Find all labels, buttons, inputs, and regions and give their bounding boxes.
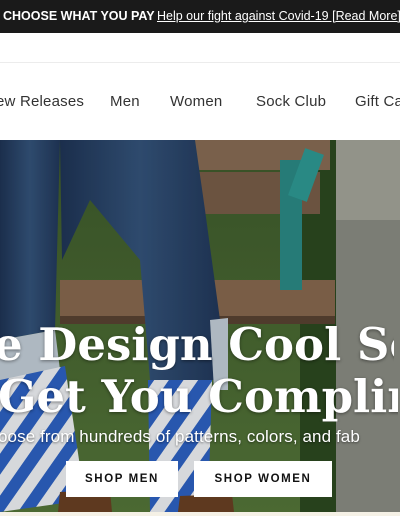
- page-divider: [0, 512, 400, 516]
- nav-item-new-releases[interactable]: ew Releases: [0, 93, 84, 110]
- covid-read-more-link[interactable]: Help our fight against Covid-19 [Read Mo…: [157, 0, 400, 33]
- promo-headline: CHOOSE WHAT YOU PAY: [3, 9, 155, 23]
- main-navigation: ew Releases Men Women Sock Club Gift Ca: [0, 62, 400, 141]
- shop-women-button[interactable]: SHOP WOMEN: [194, 461, 332, 497]
- nav-item-women[interactable]: Women: [170, 93, 222, 110]
- nav-item-gift-cards[interactable]: Gift Ca: [355, 93, 400, 110]
- hero-title-line-1: e Design Cool Soc: [0, 320, 394, 370]
- nav-item-men[interactable]: Men: [110, 93, 140, 110]
- hero-subtitle: oose from hundreds of patterns, colors, …: [0, 427, 360, 446]
- promo-bar: CHOOSE WHAT YOU PAY Help our fight again…: [0, 0, 400, 33]
- hero-title-line-2: Get You Complin: [0, 372, 398, 422]
- nav-item-sock-club[interactable]: Sock Club: [256, 93, 326, 110]
- shop-men-button[interactable]: SHOP MEN: [66, 461, 178, 497]
- hero-banner: e Design Cool Soc Get You Complin oose f…: [0, 140, 400, 512]
